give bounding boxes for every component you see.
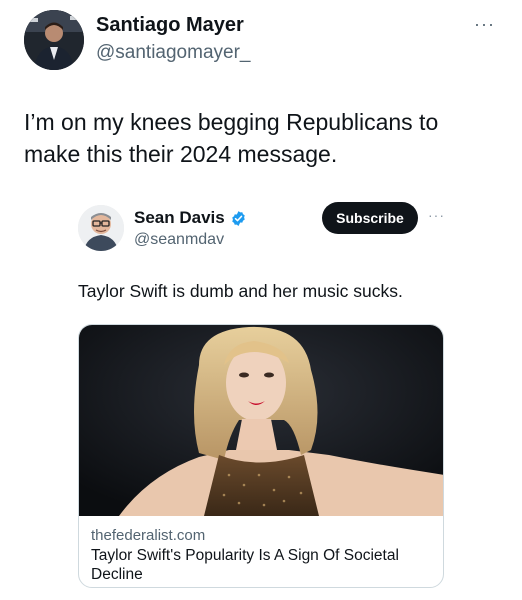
subscribe-button[interactable]: Subscribe — [322, 202, 418, 234]
tweet: Santiago Mayer @santiagomayer_ ··· I’m o… — [0, 0, 522, 600]
quoted-tweet-text: Taylor Swift is dumb and her music sucks… — [78, 281, 403, 301]
link-card[interactable]: thefederalist.com Taylor Swift's Popular… — [78, 324, 444, 588]
more-options-icon[interactable]: ··· — [474, 14, 495, 35]
author-handle[interactable]: @santiagomayer_ — [96, 42, 250, 64]
link-card-title[interactable]: Taylor Swift's Popularity Is A Sign Of S… — [91, 546, 431, 584]
quoted-author-avatar[interactable] — [78, 205, 124, 251]
quoted-author-name[interactable]: Sean Davis — [134, 208, 225, 228]
author-name[interactable]: Santiago Mayer — [96, 14, 244, 37]
tweet-text: I’m on my knees begging Republicans to m… — [24, 109, 439, 167]
link-card-image[interactable] — [79, 325, 443, 516]
quoted-more-options-icon[interactable]: ··· — [428, 207, 445, 223]
quoted-tweet[interactable]: Sean Davis @seanmdav Subscribe ··· Taylo… — [0, 195, 522, 595]
quoted-author-handle[interactable]: @seanmdav — [134, 231, 224, 249]
author-avatar[interactable] — [24, 10, 84, 70]
link-card-domain[interactable]: thefederalist.com — [91, 527, 205, 544]
quoted-author-name-row[interactable]: Sean Davis — [134, 208, 247, 228]
verified-badge-icon — [232, 210, 245, 226]
